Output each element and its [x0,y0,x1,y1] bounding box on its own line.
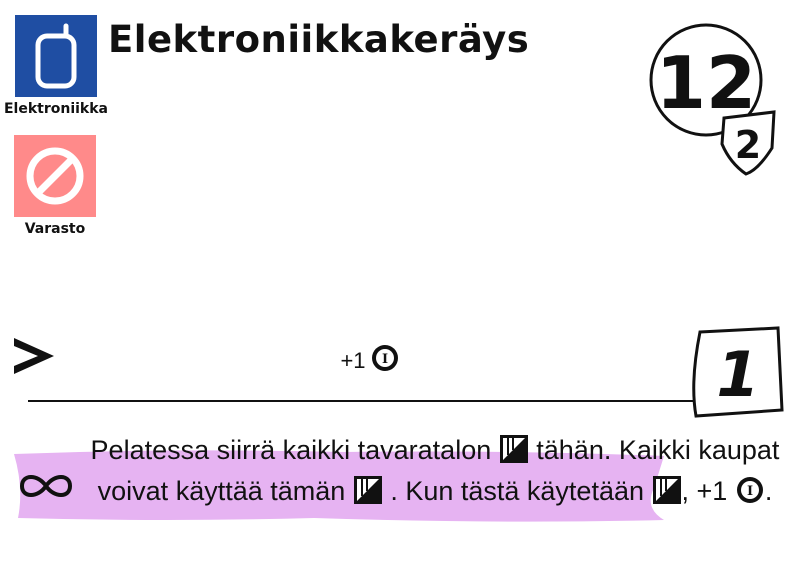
ability-text-part: . Kun tästä käytetään [390,476,644,506]
svg-text:I: I [747,484,753,499]
ability-text: Pelatessa siirrä kaikki tavaratalon tähä… [90,432,780,514]
ability-text-part: Pelatessa siirrä kaikki tavaratalon [90,435,492,465]
goods-icon [353,475,383,514]
chevron-right-icon [12,336,56,380]
ability-text-part: , +1 [681,476,728,506]
influence-token-icon: I [735,475,765,514]
goods-icon [652,475,682,514]
victory-points-badge: 1 [686,322,786,422]
goods-icon [499,434,529,473]
effect-text: +1 [340,348,366,373]
influence-token-icon: I [370,343,400,379]
cost-secondary-value: 2 [735,123,761,167]
prohibited-icon [14,135,96,217]
infinity-icon [16,466,76,510]
card-title: Elektroniikkakeräys [108,18,530,61]
victory-points-value: 1 [716,338,759,411]
svg-text:I: I [382,352,388,367]
tag-label: Varasto [24,221,86,237]
phone-icon [15,15,97,97]
tag-electronics: Elektroniikka [0,15,112,117]
tag-label: Elektroniikka [3,101,108,117]
tag-storage: Varasto [14,135,96,237]
cost-value: 12 [656,41,756,125]
divider [28,400,708,402]
trigger-effect: +1 I [300,343,440,379]
cost-badge: 12 2 [646,18,786,178]
ability-text-part: . [764,476,773,506]
